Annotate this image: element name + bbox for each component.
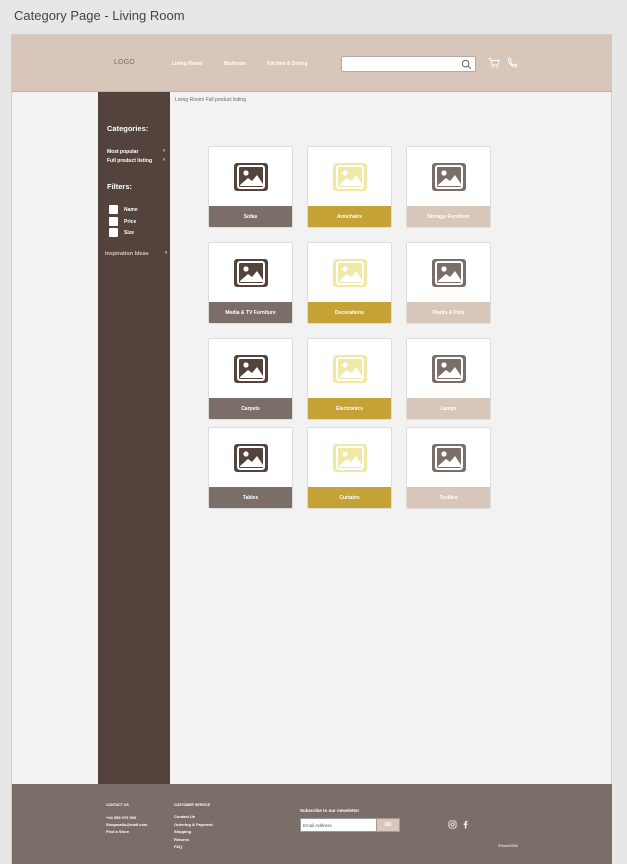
filter-checkbox[interactable]: [109, 205, 118, 214]
product-card[interactable]: Carpets: [208, 338, 293, 420]
facebook-icon[interactable]: [461, 820, 470, 829]
product-card-label[interactable]: Tables: [209, 487, 292, 508]
sidebar: Categories: Most popular › Full product …: [98, 92, 170, 784]
footer-email[interactable]: Shopmails@mail.com: [106, 822, 147, 827]
product-card[interactable]: Storage Furniture: [406, 146, 491, 228]
filter-label: Name: [124, 207, 138, 213]
product-card-label[interactable]: Storage Furniture: [407, 206, 490, 227]
footer: CONTACT US +44 555 079 503 Shopmails@mai…: [12, 784, 612, 864]
image-placeholder-icon: [432, 259, 466, 287]
image-placeholder-icon: [333, 163, 367, 191]
page-frame: LOGO Living Room Bedroom Kitchen & Dinin…: [11, 34, 612, 864]
footer-contact-heading: CONTACT US: [106, 803, 129, 807]
image-placeholder-icon: [234, 355, 268, 383]
search-input[interactable]: [341, 56, 476, 72]
footer-phone: +44 555 079 503: [106, 815, 137, 820]
product-card-label[interactable]: Carpets: [209, 398, 292, 419]
image-placeholder-icon: [234, 259, 268, 287]
page-title: Category Page - Living Room: [14, 8, 185, 23]
footer-link-ordering[interactable]: Ordering & Payment: [174, 822, 213, 827]
chevron-right-icon: ›: [163, 148, 165, 154]
product-card-label[interactable]: Armchairs: [308, 206, 391, 227]
nav-link-bedroom[interactable]: Bedroom: [224, 61, 246, 67]
chevron-right-icon: ›: [165, 250, 167, 256]
product-card[interactable]: Curtains: [307, 427, 392, 509]
image-placeholder-icon: [234, 163, 268, 191]
product-card[interactable]: Electronics: [307, 338, 392, 420]
newsletter-label: Subscribe to our newsletter: [300, 808, 360, 813]
image-placeholder-icon: [432, 163, 466, 191]
breadcrumb[interactable]: Living Room/ Full product listing: [175, 97, 246, 103]
filter-checkbox[interactable]: [109, 228, 118, 237]
product-card-label[interactable]: Sofas: [209, 206, 292, 227]
newsletter-ok-button[interactable]: OK: [376, 818, 400, 832]
copyright: ©Home2046: [498, 844, 518, 848]
chevron-right-icon: ›: [163, 157, 165, 163]
instagram-icon[interactable]: [448, 820, 457, 829]
sidebar-link-most-popular[interactable]: Most popular ›: [107, 148, 165, 155]
sidebar-link-label: Full product listing: [107, 158, 152, 164]
nav-link-living-room[interactable]: Living Room: [172, 61, 202, 67]
footer-link-faq[interactable]: FAQ: [174, 844, 182, 849]
product-card[interactable]: Decorations: [307, 242, 392, 324]
product-card[interactable]: Armchairs: [307, 146, 392, 228]
product-card[interactable]: Tables: [208, 427, 293, 509]
nav-link-kitchen-dining[interactable]: Kitchen & Dining: [267, 61, 307, 67]
product-card[interactable]: Plants & Pots: [406, 242, 491, 324]
phone-icon[interactable]: [506, 57, 518, 69]
sidebar-link-label: Most popular: [107, 149, 139, 155]
footer-find-store[interactable]: Find a Store: [106, 829, 129, 834]
product-card[interactable]: Media & TV Furniture: [208, 242, 293, 324]
search-icon[interactable]: [461, 59, 472, 70]
sidebar-link-full-listing[interactable]: Full product listing ›: [107, 157, 165, 164]
footer-link-contact[interactable]: Contact Us: [174, 814, 195, 819]
product-card-label[interactable]: Curtains: [308, 487, 391, 508]
product-card-label[interactable]: Decorations: [308, 302, 391, 323]
header: LOGO Living Room Bedroom Kitchen & Dinin…: [12, 35, 612, 92]
logo[interactable]: LOGO: [114, 59, 135, 66]
product-card[interactable]: Lamps: [406, 338, 491, 420]
sidebar-link-label: Inspiration Ideas: [105, 251, 149, 257]
cart-icon[interactable]: [488, 57, 500, 69]
footer-customer-heading: CUSTOMER SERVICE: [174, 803, 211, 807]
sidebar-link-inspiration[interactable]: Inspiration Ideas ›: [105, 250, 167, 257]
filter-label: Size: [124, 230, 135, 236]
image-placeholder-icon: [234, 444, 268, 472]
image-placeholder-icon: [333, 444, 367, 472]
image-placeholder-icon: [432, 355, 466, 383]
product-card[interactable]: Sofas: [208, 146, 293, 228]
footer-link-returns[interactable]: Returns: [174, 837, 189, 842]
product-card-label[interactable]: Plants & Pots: [407, 302, 490, 323]
image-placeholder-icon: [333, 355, 367, 383]
footer-link-shipping[interactable]: Shipping: [174, 829, 191, 834]
product-card-label[interactable]: Lamps: [407, 398, 490, 419]
categories-heading: Categories:: [107, 124, 149, 133]
filter-label: Price: [124, 219, 137, 225]
newsletter-email-input[interactable]: Email Address: [300, 818, 377, 832]
filters-heading: Filters:: [107, 182, 133, 191]
filter-checkbox[interactable]: [109, 217, 118, 226]
product-card[interactable]: Textiles: [406, 427, 491, 509]
product-card-label[interactable]: Electronics: [308, 398, 391, 419]
product-card-label[interactable]: Textiles: [407, 487, 490, 508]
image-placeholder-icon: [432, 444, 466, 472]
image-placeholder-icon: [333, 259, 367, 287]
product-card-label[interactable]: Media & TV Furniture: [209, 302, 292, 323]
